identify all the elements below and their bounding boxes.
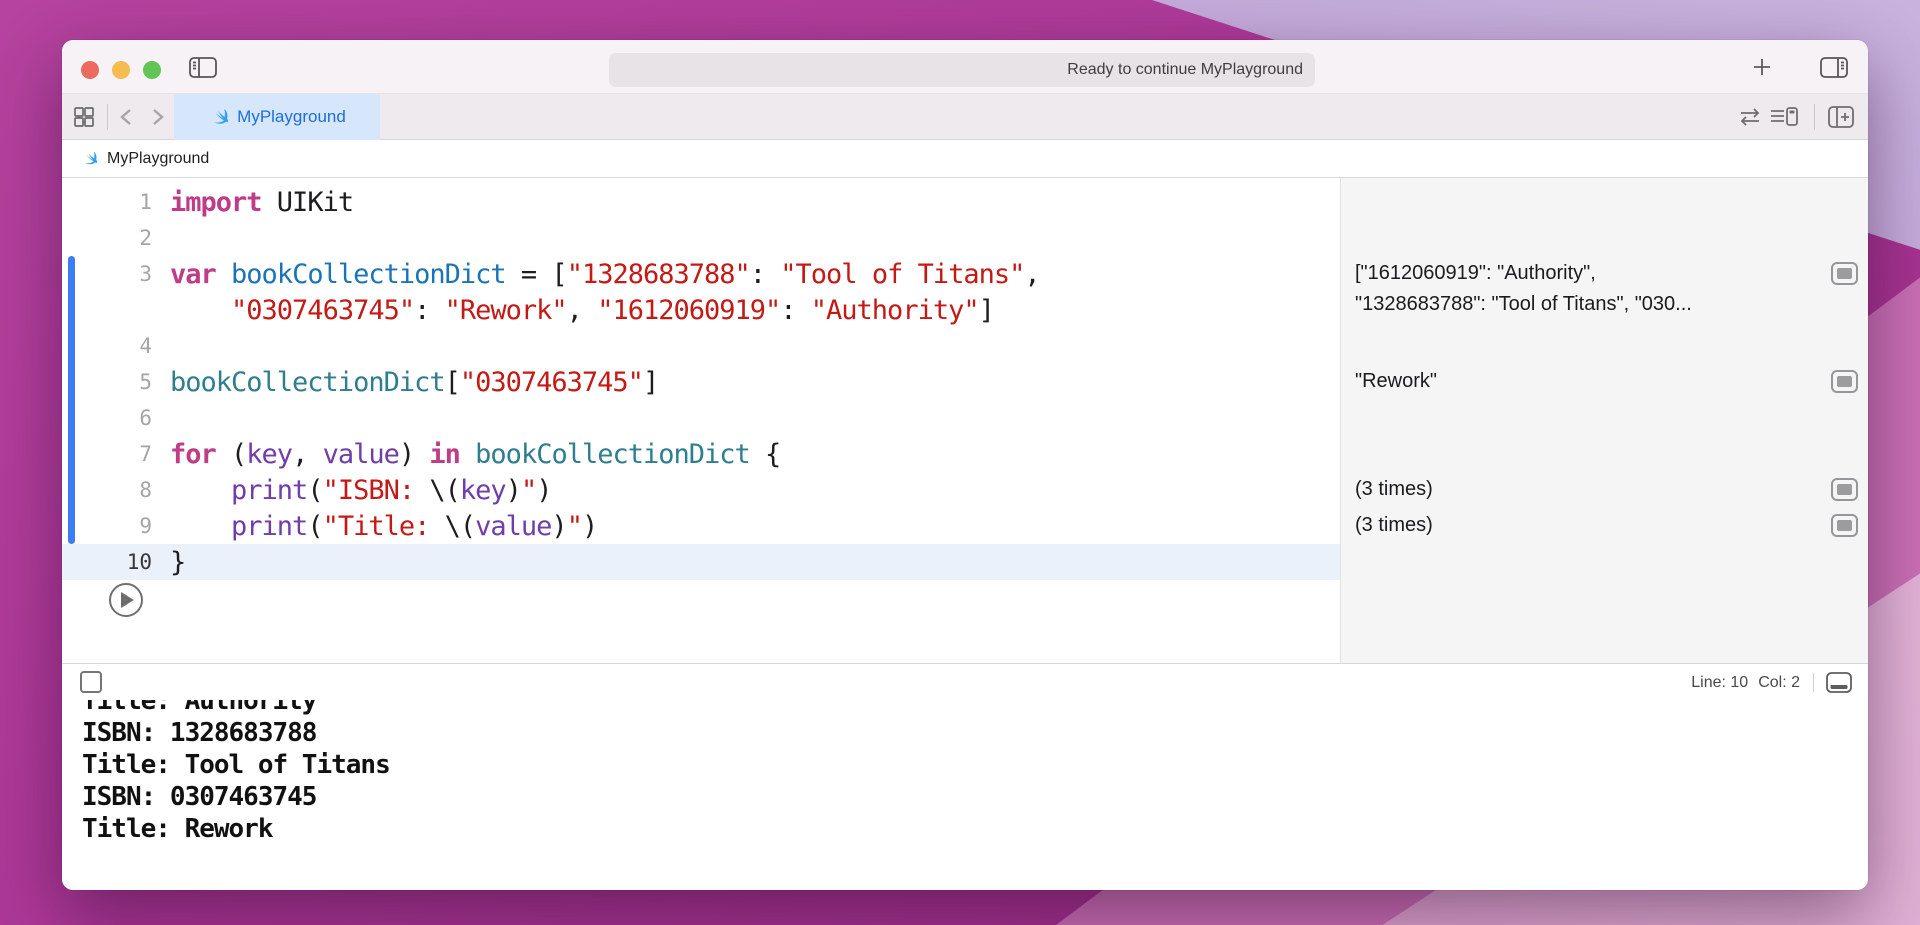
line-number: 1 bbox=[62, 190, 152, 214]
result-text: (3 times) bbox=[1355, 510, 1820, 541]
code-text: for (key, value) in bookCollectionDict { bbox=[170, 439, 780, 470]
code-line[interactable]: 8 print("ISBN: \(key)") bbox=[62, 472, 1340, 508]
hide-console-icon[interactable] bbox=[1826, 672, 1852, 693]
code-line[interactable]: 6 bbox=[62, 400, 1340, 436]
result-text: "1328683788": "Tool of Titans", "030... bbox=[1355, 289, 1820, 320]
console-line: Title: Tool of Titans bbox=[82, 749, 1868, 781]
editor-options-icon[interactable] bbox=[1770, 106, 1798, 128]
bar-divider bbox=[1813, 673, 1814, 692]
code-line[interactable]: 4 bbox=[62, 328, 1340, 364]
right-sidebar-toggle-icon[interactable] bbox=[1820, 57, 1848, 78]
line-indicator: Line: 10 bbox=[1691, 674, 1748, 692]
code-text: print("ISBN: \(key)") bbox=[170, 475, 551, 506]
result-row: (3 times) bbox=[1355, 474, 1820, 505]
line-number: 4 bbox=[62, 334, 152, 358]
run-playground-button[interactable] bbox=[109, 583, 143, 617]
quick-look-button[interactable] bbox=[1831, 262, 1858, 285]
code-line[interactable]: 3 var bookCollectionDict = ["1328683788":… bbox=[62, 256, 1340, 292]
line-number: 9 bbox=[62, 514, 152, 538]
zoom-window-button[interactable] bbox=[143, 61, 161, 79]
console-line: Title: Authority bbox=[82, 700, 1868, 717]
line-number: 7 bbox=[62, 442, 152, 466]
activity-status-pill: Ready to continue MyPlayground bbox=[609, 53, 1315, 87]
cursor-position: Line: 10 Col: 2 bbox=[1691, 664, 1800, 701]
code-text: var bookCollectionDict = ["1328683788": … bbox=[170, 259, 1040, 290]
toolbar-divider bbox=[107, 104, 108, 130]
result-row: (3 times) bbox=[1355, 510, 1820, 541]
activity-status-text: Ready to continue MyPlayground bbox=[1067, 61, 1303, 79]
result-text: ["1612060919": "Authority", bbox=[1355, 258, 1820, 289]
close-window-button[interactable] bbox=[81, 61, 99, 79]
go-forward-icon[interactable] bbox=[150, 107, 166, 127]
code-line[interactable]: 2 bbox=[62, 220, 1340, 256]
add-editor-icon[interactable] bbox=[1828, 106, 1854, 128]
add-tab-button[interactable] bbox=[1751, 56, 1773, 78]
code-line[interactable]: "0307463745": "Rework", "1612060919": "A… bbox=[62, 292, 1340, 328]
tab-label: MyPlayground bbox=[237, 107, 346, 127]
minimize-window-button[interactable] bbox=[112, 61, 130, 79]
jump-bar-item[interactable]: MyPlayground bbox=[107, 150, 209, 168]
line-number: 5 bbox=[62, 370, 152, 394]
tab-bar: MyPlayground bbox=[62, 94, 1868, 140]
code-line[interactable]: 7 for (key, value) in bookCollectionDict … bbox=[62, 436, 1340, 472]
line-number: 10 bbox=[62, 550, 152, 574]
result-row: "Rework" bbox=[1355, 366, 1820, 397]
result-row: ["1612060919": "Authority","1328683788":… bbox=[1355, 258, 1820, 320]
code-line[interactable]: 5 bookCollectionDict["0307463745"] bbox=[62, 364, 1340, 400]
line-number: 3 bbox=[62, 262, 152, 286]
line-number: 2 bbox=[62, 226, 152, 250]
debug-area-toggle[interactable] bbox=[80, 671, 102, 693]
jump-bar: MyPlayground bbox=[62, 140, 1868, 178]
results-column: ["1612060919": "Authority","1328683788":… bbox=[1341, 178, 1868, 663]
quick-look-button[interactable] bbox=[1831, 478, 1858, 501]
toolbar-divider bbox=[1814, 104, 1815, 130]
left-sidebar-toggle-icon[interactable] bbox=[189, 57, 217, 78]
code-text: print("Title: \(value)") bbox=[170, 511, 597, 542]
console-output: Title: AuthorityISBN: 1328683788Title: T… bbox=[62, 700, 1868, 890]
code-line[interactable]: 9 print("Title: \(value)") bbox=[62, 508, 1340, 544]
console-line: Title: Rework bbox=[82, 813, 1868, 845]
column-indicator: Col: 2 bbox=[1758, 674, 1800, 692]
code-text: "0307463745": "Rework", "1612060919": "A… bbox=[170, 295, 994, 326]
title-bar: Ready to continue MyPlayground bbox=[62, 40, 1868, 94]
play-icon bbox=[121, 592, 134, 608]
result-text: (3 times) bbox=[1355, 474, 1820, 505]
quick-look-button[interactable] bbox=[1831, 370, 1858, 393]
line-number: 8 bbox=[62, 478, 152, 502]
console-line: ISBN: 0307463745 bbox=[82, 781, 1868, 813]
tab-myplayground[interactable]: MyPlayground bbox=[174, 94, 380, 140]
code-line[interactable]: 1 import UIKit bbox=[62, 184, 1340, 220]
quick-look-button[interactable] bbox=[1831, 514, 1858, 537]
tab-overview-icon[interactable] bbox=[73, 106, 95, 128]
editor-area[interactable]: 1 import UIKit 2 3 var bookCollectionDict = … bbox=[62, 178, 1868, 663]
code-text: import UIKit bbox=[170, 187, 353, 218]
swift-file-icon bbox=[208, 107, 228, 127]
go-back-icon[interactable] bbox=[118, 107, 134, 127]
code-review-icon[interactable] bbox=[1738, 107, 1762, 127]
code-text: bookCollectionDict["0307463745"] bbox=[170, 367, 658, 398]
result-text: "Rework" bbox=[1355, 366, 1820, 397]
line-number: 6 bbox=[62, 406, 152, 430]
console-line: ISBN: 1328683788 bbox=[82, 717, 1868, 749]
xcode-playground-window: Ready to continue MyPlayground bbox=[62, 40, 1868, 890]
swift-file-icon bbox=[80, 150, 97, 167]
code-text: } bbox=[170, 547, 185, 578]
debug-bar: Line: 10 Col: 2 bbox=[62, 663, 1868, 700]
code-line[interactable]: 10} bbox=[62, 544, 1340, 580]
code-editor[interactable]: 1 import UIKit 2 3 var bookCollectionDict = … bbox=[62, 184, 1340, 580]
